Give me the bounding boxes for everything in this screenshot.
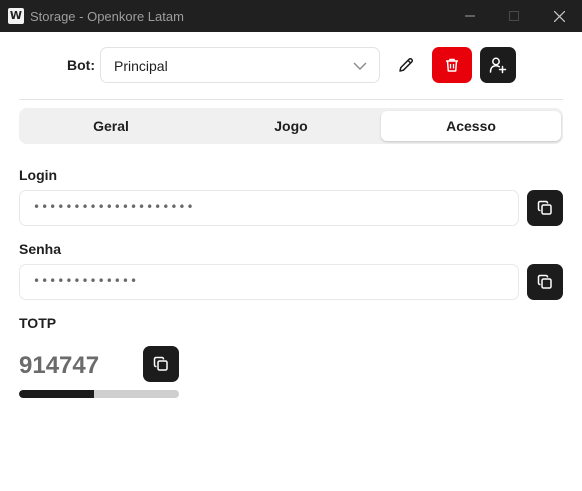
- maximize-button[interactable]: [491, 0, 537, 32]
- user-plus-icon: [489, 57, 507, 74]
- password-value: •••••••••••••: [33, 274, 139, 288]
- tab-acesso[interactable]: Acesso: [381, 111, 561, 141]
- maximize-icon: [509, 11, 519, 21]
- password-label: Senha: [19, 241, 62, 257]
- bot-select[interactable]: Principal: [100, 47, 380, 83]
- login-field[interactable]: ••••••••••••••••••••: [19, 190, 519, 226]
- trash-icon: [446, 58, 458, 72]
- title-bar: W Storage - Openkore Latam: [0, 0, 582, 32]
- copy-password-button[interactable]: [527, 264, 563, 300]
- login-value: ••••••••••••••••••••: [33, 200, 195, 214]
- totp-code: 914747: [19, 352, 100, 379]
- totp-label: TOTP: [19, 315, 57, 331]
- copy-login-button[interactable]: [527, 190, 563, 226]
- tab-geral[interactable]: Geral: [21, 111, 201, 141]
- totp-progress-bar: [19, 390, 179, 398]
- minimize-icon: [465, 15, 475, 17]
- copy-icon: [537, 200, 552, 215]
- add-bot-button[interactable]: [480, 47, 516, 83]
- edit-bot-button[interactable]: [391, 50, 421, 80]
- password-field[interactable]: •••••••••••••: [19, 264, 519, 300]
- bot-label: Bot:: [67, 57, 95, 73]
- divider: [19, 99, 563, 100]
- copy-icon: [153, 356, 168, 371]
- app-icon: W: [8, 8, 24, 24]
- pencil-icon: [399, 57, 414, 72]
- chevron-down-icon: [353, 62, 367, 70]
- tab-bar: Geral Jogo Acesso: [19, 108, 563, 144]
- bot-select-value: Principal: [114, 58, 168, 74]
- copy-totp-button[interactable]: [143, 346, 179, 382]
- close-button[interactable]: [536, 0, 582, 32]
- totp-progress-fill: [19, 390, 95, 398]
- minimize-button[interactable]: [447, 0, 493, 32]
- tab-jogo[interactable]: Jogo: [201, 111, 381, 141]
- window-title: Storage - Openkore Latam: [30, 9, 184, 24]
- delete-bot-button[interactable]: [432, 47, 472, 83]
- close-icon: [553, 10, 565, 22]
- copy-icon: [537, 274, 552, 289]
- login-label: Login: [19, 167, 58, 183]
